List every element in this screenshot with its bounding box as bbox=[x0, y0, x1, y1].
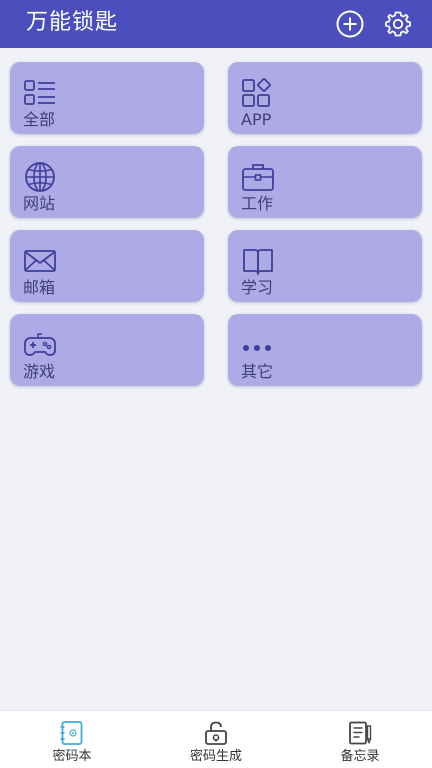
list-icon bbox=[23, 76, 57, 110]
category-game[interactable]: 游戏 bbox=[10, 314, 204, 386]
category-label: 网站 bbox=[23, 194, 56, 213]
app-header: 万能锁匙 bbox=[0, 0, 432, 48]
category-work[interactable]: 工作 bbox=[228, 146, 422, 218]
nav-label: 密码本 bbox=[52, 749, 92, 764]
nav-label: 密码生成 bbox=[189, 749, 242, 764]
nav-password-generator[interactable]: 密码生成 bbox=[144, 711, 288, 768]
category-label: 其它 bbox=[241, 362, 274, 381]
gear-icon bbox=[385, 11, 411, 37]
plus-circle-icon bbox=[336, 10, 364, 38]
category-study[interactable]: 学习 bbox=[228, 230, 422, 302]
gamepad-icon bbox=[23, 328, 57, 362]
book-icon bbox=[241, 244, 275, 278]
memo-icon bbox=[347, 720, 373, 746]
password-book-icon bbox=[59, 720, 85, 746]
category-email[interactable]: 邮箱 bbox=[10, 230, 204, 302]
settings-button[interactable] bbox=[382, 8, 414, 40]
category-label: 全部 bbox=[23, 110, 56, 129]
app-title: 万能锁匙 bbox=[26, 10, 119, 35]
category-label: 学习 bbox=[241, 278, 274, 297]
category-label: APP bbox=[241, 110, 272, 129]
apps-icon bbox=[241, 76, 275, 110]
category-other[interactable]: 其它 bbox=[228, 314, 422, 386]
category-label: 工作 bbox=[241, 194, 274, 213]
briefcase-icon bbox=[241, 160, 275, 194]
bottom-nav: 密码本 密码生成 备忘录 bbox=[0, 710, 432, 768]
globe-icon bbox=[23, 160, 57, 194]
category-all[interactable]: 全部 bbox=[10, 62, 204, 134]
category-label: 游戏 bbox=[23, 362, 56, 381]
category-app[interactable]: APP bbox=[228, 62, 422, 134]
nav-memo[interactable]: 备忘录 bbox=[288, 711, 432, 768]
category-label: 邮箱 bbox=[23, 278, 56, 297]
more-dots-icon bbox=[241, 328, 275, 362]
envelope-icon bbox=[23, 244, 57, 278]
add-button[interactable] bbox=[334, 8, 366, 40]
nav-password-book[interactable]: 密码本 bbox=[0, 711, 144, 768]
category-website[interactable]: 网站 bbox=[10, 146, 204, 218]
lock-icon bbox=[203, 720, 229, 746]
nav-label: 备忘录 bbox=[340, 749, 380, 764]
